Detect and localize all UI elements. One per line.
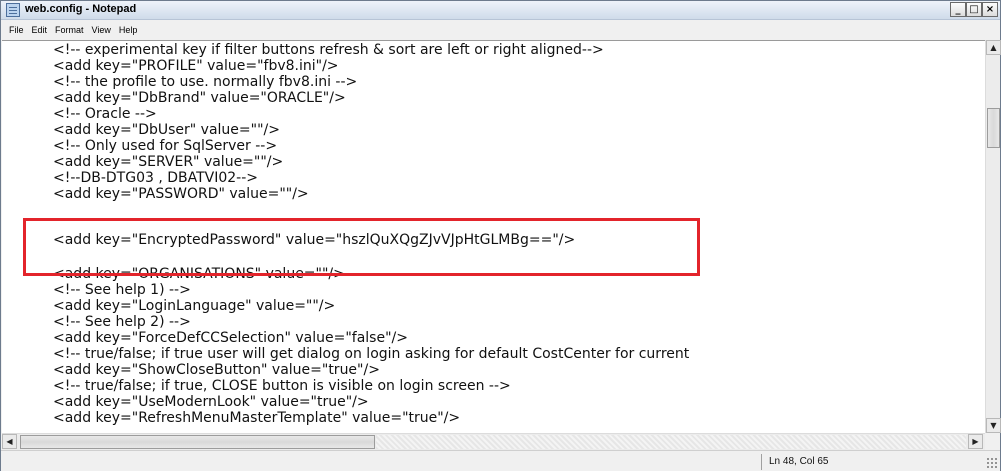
code-line: <add key="RefreshMenuMasterTemplate" val… [53,410,461,426]
window-title: web.config - Notepad [25,3,137,15]
horizontal-scrollbar[interactable]: ◀ ▶ [2,433,985,450]
window-controls: _ □ × [950,2,998,17]
code-line: <add key="ShowCloseButton" value="true"/… [53,362,380,378]
cursor-position: Ln 48, Col 65 [769,456,829,467]
code-line: <add key="DbBrand" value="ORACLE"/> [53,90,346,106]
code-line: <!-- true/false; if true user will get d… [53,346,690,362]
code-line: <!-- See help 2) --> [53,314,191,330]
code-line: <add key="PASSWORD" value=""/> [53,186,309,202]
status-bar: Ln 48, Col 65 [1,450,1000,471]
menu-edit[interactable]: Edit [28,25,52,35]
menu-bar: File Edit Format View Help [1,20,1000,40]
resize-grip-icon[interactable] [986,457,998,469]
vertical-scrollbar[interactable]: ▲ ▼ [985,40,1001,433]
highlight-box [23,218,700,276]
menu-format[interactable]: Format [51,25,88,35]
scroll-left-icon[interactable]: ◀ [2,434,17,449]
code-line: <add key="DbUser" value=""/> [53,122,280,138]
code-line: <!-- See help 1) --> [53,282,191,298]
code-line: <!-- Oracle --> [53,106,157,122]
vertical-scroll-thumb[interactable] [987,108,1000,148]
code-line: <!-- the profile to use. normally fbv8.i… [53,74,358,90]
code-line: <add key="PROFILE" value="fbv8.ini"/> [53,58,339,74]
code-line: <!-- Only used for SqlServer --> [53,138,278,154]
close-button[interactable]: × [982,2,998,17]
horizontal-scroll-track[interactable] [376,435,966,449]
maximize-button[interactable]: □ [966,2,982,17]
title-bar[interactable]: web.config - Notepad _ □ × [1,1,1000,20]
scroll-up-icon[interactable]: ▲ [986,40,1001,55]
text-editor[interactable]: <!-- experimental key if filter buttons … [2,40,985,433]
minimize-button[interactable]: _ [950,2,966,17]
menu-file[interactable]: File [5,25,28,35]
notepad-icon [6,3,20,17]
code-line: <!-- experimental key if filter buttons … [53,42,604,58]
code-line: <!-- true/false; if true, CLOSE button i… [53,378,511,394]
code-line: <add key="UseModernLook" value="true"/> [53,394,369,410]
code-line: <add key="SERVER" value=""/> [53,154,284,170]
horizontal-scroll-thumb[interactable] [20,435,375,449]
code-line: <add key="LoginLanguage" value=""/> [53,298,336,314]
code-line: <!--DB-DTG03 , DBATVI02--> [53,170,259,186]
code-line: <add key="ForceDefCCSelection" value="fa… [53,330,408,346]
status-divider [761,454,762,470]
menu-help[interactable]: Help [115,25,142,35]
scroll-down-icon[interactable]: ▼ [986,418,1001,433]
notepad-window: web.config - Notepad _ □ × File Edit For… [0,0,1001,471]
menu-view[interactable]: View [88,25,115,35]
scroll-right-icon[interactable]: ▶ [968,434,983,449]
